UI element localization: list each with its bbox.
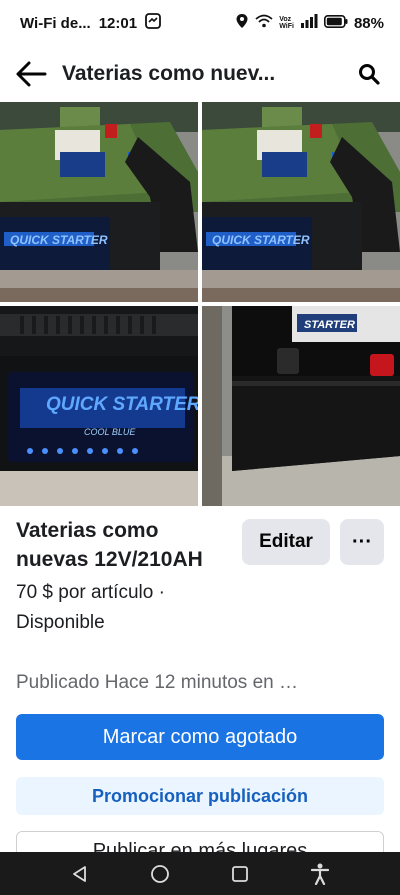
more-options-button[interactable]: ··· xyxy=(340,519,384,565)
back-button[interactable] xyxy=(14,57,48,91)
search-icon xyxy=(359,64,380,85)
photo-grid: QUICK STARTER QUICK STARTER QUICK STARTE… xyxy=(0,102,400,506)
nav-home-button[interactable] xyxy=(145,859,175,889)
search-button[interactable] xyxy=(352,57,386,91)
listing-title: Vaterias como nuevas 12V/210AH xyxy=(16,519,203,571)
nav-recents-button[interactable] xyxy=(225,859,255,889)
wifi-icon xyxy=(255,14,273,32)
more-horizontal-icon: ··· xyxy=(352,530,372,553)
battery-brand-label: QUICK STARTER xyxy=(10,233,108,247)
accessibility-icon xyxy=(310,863,330,885)
battery-brand-label-large: QUICK STARTER xyxy=(46,394,198,415)
listing-photo-2[interactable]: QUICK STARTER xyxy=(202,102,400,302)
battery-sub-label: COOL BLUE xyxy=(84,427,136,437)
arrow-left-icon xyxy=(16,61,47,87)
battery-brand-label: QUICK STARTER xyxy=(212,233,310,247)
system-nav-bar xyxy=(0,852,400,895)
listing-info: Vaterias como nuevas 12V/210AH Editar ··… xyxy=(16,516,384,638)
status-bar: Wi-Fi de... 12:01 Voz WiFi 88% xyxy=(0,0,400,46)
price-text: 70 $ por artículo · xyxy=(16,582,165,603)
square-recents-icon xyxy=(232,865,248,882)
page-title: Vaterias como nuev... xyxy=(62,62,276,85)
promote-listing-button[interactable]: Promocionar publicación xyxy=(16,777,384,815)
listing-photo-3[interactable]: QUICK STARTER COOL BLUE xyxy=(0,306,198,506)
messenger-icon xyxy=(145,13,161,33)
nav-accessibility-button[interactable] xyxy=(305,859,335,889)
listing-photo-4[interactable]: STARTER xyxy=(202,306,400,506)
battery-label-small: STARTER xyxy=(304,319,355,331)
clock: 12:01 xyxy=(98,14,138,32)
battery-icon xyxy=(323,14,348,32)
price-line: 70 $ por artículo · Disponible xyxy=(16,578,384,638)
listing-photo-1[interactable]: QUICK STARTER xyxy=(0,102,198,302)
circle-home-icon xyxy=(151,864,169,883)
location-icon xyxy=(235,13,249,33)
battery-percent: 88% xyxy=(353,14,384,32)
published-info: Publicado Hace 12 minutos en … xyxy=(16,672,298,693)
triangle-back-icon xyxy=(73,865,86,882)
carrier-label: Wi-Fi de... xyxy=(20,14,91,32)
app-header: Vaterias como nuev... xyxy=(0,46,400,102)
nav-back-button[interactable] xyxy=(65,859,95,889)
signal-icon xyxy=(300,14,318,32)
wifi-label: WiFi xyxy=(279,23,294,30)
availability-status: Disponible xyxy=(16,612,105,633)
voz-wifi-indicator: Voz WiFi xyxy=(279,16,294,30)
edit-button[interactable]: Editar xyxy=(242,519,330,565)
mark-sold-button[interactable]: Marcar como agotado xyxy=(16,714,384,760)
voz-label: Voz xyxy=(279,16,292,23)
